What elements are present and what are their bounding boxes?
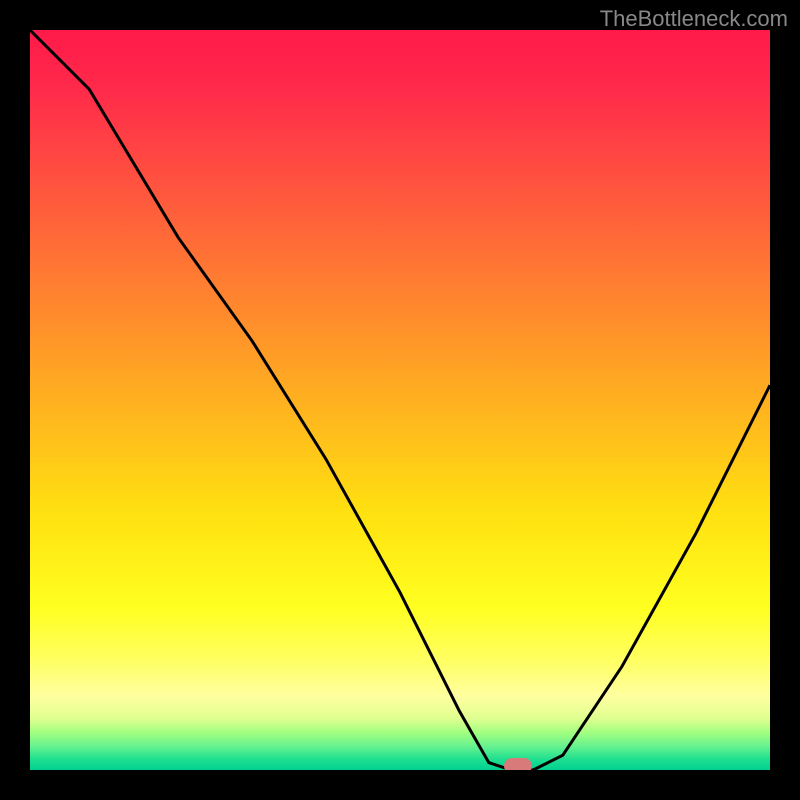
watermark-text: TheBottleneck.com — [600, 6, 788, 32]
bottleneck-curve — [30, 30, 770, 770]
plot-area — [30, 30, 770, 770]
optimum-marker — [504, 758, 532, 770]
curve-path — [30, 30, 770, 770]
